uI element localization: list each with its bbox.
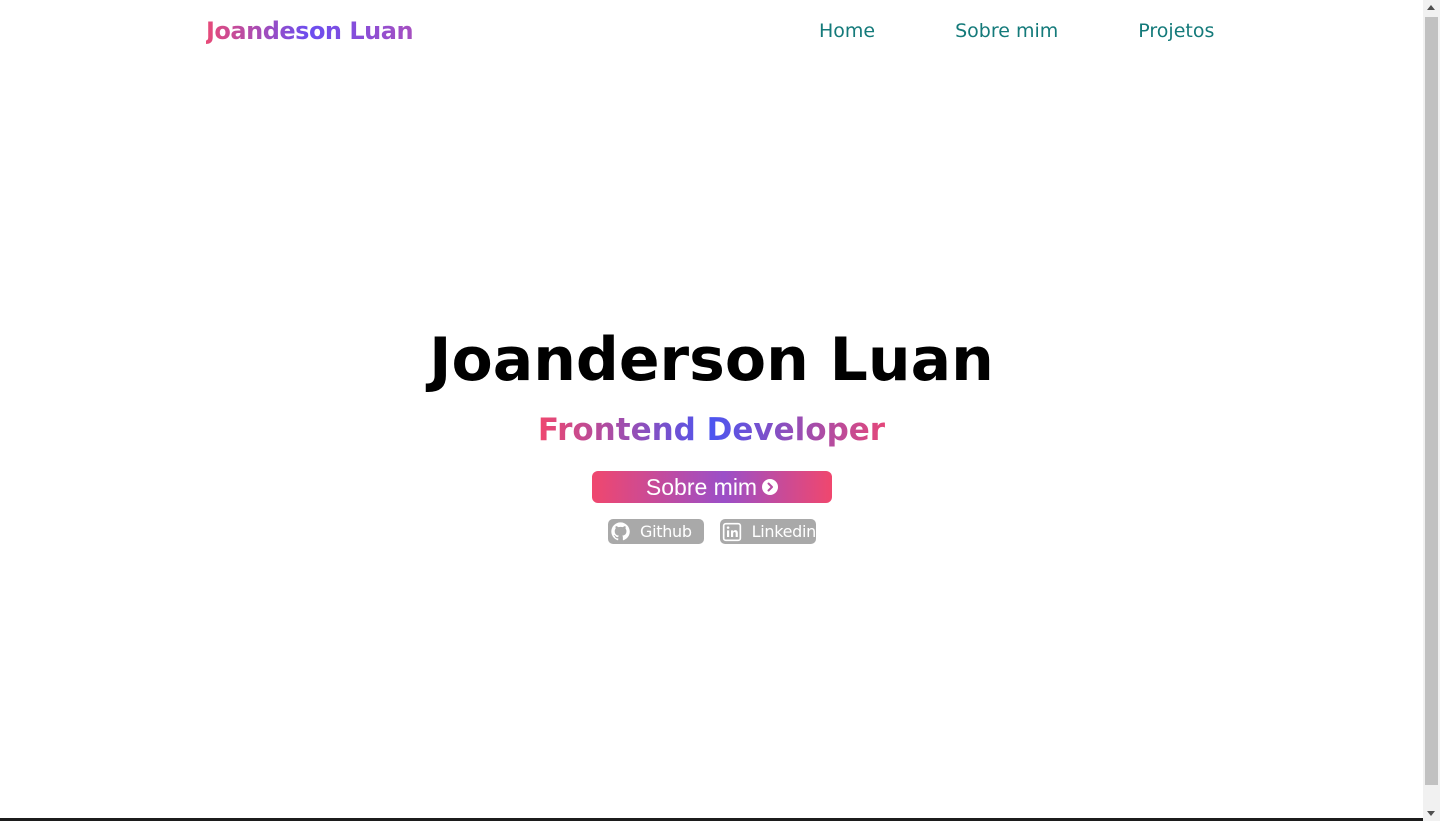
github-link-label: Github xyxy=(640,522,692,541)
hero-section: Joanderson Luan Frontend Developer Sobre… xyxy=(0,0,1423,818)
linkedin-icon xyxy=(721,521,743,543)
chevron-circle-right-icon xyxy=(762,479,779,495)
browser-viewport: Joandeson Luan Home Sobre mim Projetos J… xyxy=(0,0,1440,821)
hero-title: Joanderson Luan xyxy=(429,325,994,395)
scrollbar-thumb[interactable] xyxy=(1425,17,1438,785)
scroll-down-arrow-icon[interactable] xyxy=(1427,811,1435,816)
sobre-mim-button-label: Sobre mim xyxy=(645,473,758,500)
page: Joandeson Luan Home Sobre mim Projetos J… xyxy=(0,0,1423,818)
vertical-scrollbar[interactable] xyxy=(1423,0,1440,821)
github-icon xyxy=(609,521,631,543)
sobre-mim-button[interactable]: Sobre mim xyxy=(592,471,832,503)
hero-subtitle-text: Frontend Developer xyxy=(537,412,886,448)
github-link[interactable]: Github xyxy=(608,519,704,544)
scroll-up-arrow-icon[interactable] xyxy=(1427,5,1435,10)
hero-subtitle: Frontend Developer xyxy=(0,410,1423,450)
linkedin-link[interactable]: Linkedin xyxy=(720,519,816,544)
linkedin-link-label: Linkedin xyxy=(751,522,816,541)
